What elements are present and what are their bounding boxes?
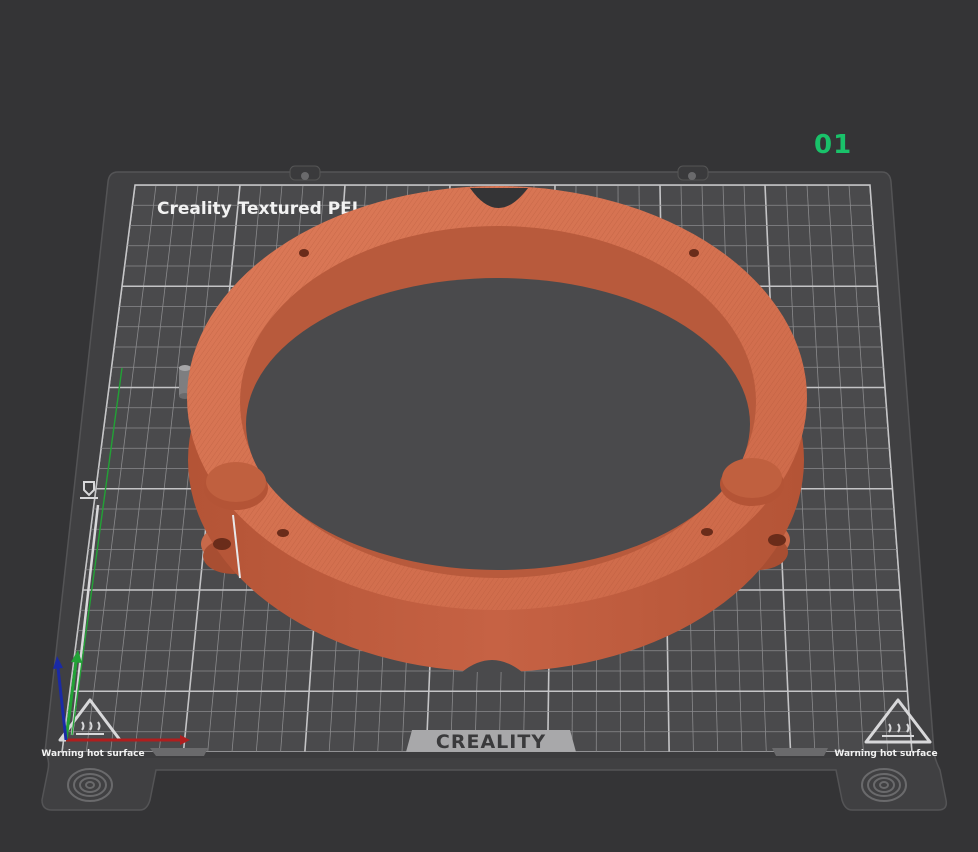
3d-viewport[interactable]: CREALITY Creality Textured PEI Warning h… xyxy=(0,0,978,852)
warning-text-left: Warning hot surface xyxy=(41,749,144,759)
ring-model[interactable] xyxy=(187,186,807,672)
warning-text-right: Warning hot surface xyxy=(834,749,937,759)
build-plate-scene[interactable]: CREALITY Creality Textured PEI Warning h… xyxy=(0,0,978,852)
bed-type-label: Creality Textured PEI xyxy=(157,199,358,219)
brand-label: CREALITY xyxy=(436,731,546,753)
creality-logo: CREALITY xyxy=(406,730,576,753)
plate-index-label[interactable]: 01 xyxy=(814,130,852,160)
